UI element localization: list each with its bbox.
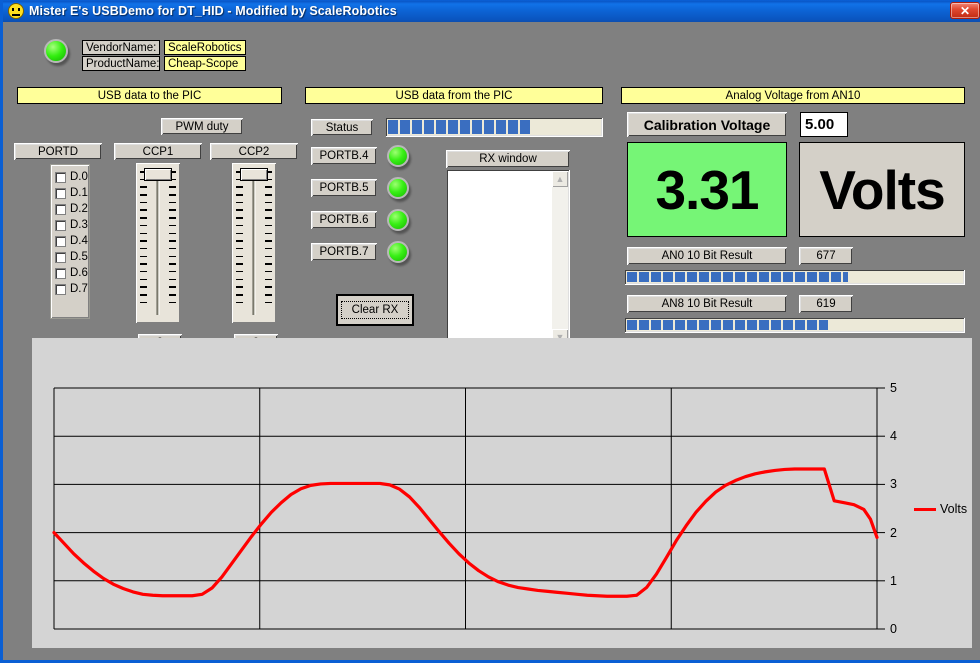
chart-y-tick-label: 3 <box>890 477 897 491</box>
portd-bit-row[interactable]: D.0 <box>51 169 89 185</box>
ccp2-slider[interactable] <box>232 163 276 323</box>
ccp2-label: CCP2 <box>210 143 298 160</box>
portd-bit-row[interactable]: D.3 <box>51 217 89 233</box>
rx-window-label: RX window <box>446 150 570 168</box>
an8-result-label: AN8 10 Bit Result <box>627 295 787 313</box>
ccp2-track <box>253 177 256 315</box>
voltage-unit-label: Volts <box>799 142 965 237</box>
chart-legend-label: Volts <box>940 502 967 516</box>
portd-bit-row[interactable]: D.1 <box>51 185 89 201</box>
portd-bit-row[interactable]: D.5 <box>51 249 89 265</box>
portb6-label: PORTB.6 <box>311 211 377 229</box>
vendor-name-label: VendorName: <box>82 40 160 55</box>
ccp1-ticks-left <box>140 171 147 317</box>
an0-result-label: AN0 10 Bit Result <box>627 247 787 265</box>
ccp1-label: CCP1 <box>114 143 202 160</box>
portd-bit-label: D.3 <box>70 219 88 231</box>
portd-bit-label: D.4 <box>70 235 88 247</box>
checkbox-d0[interactable] <box>55 172 66 183</box>
an8-result-value: 619 <box>799 295 853 313</box>
checkbox-d4[interactable] <box>55 236 66 247</box>
scroll-up-icon[interactable]: ▲ <box>552 171 568 187</box>
pwm-duty-label: PWM duty <box>161 118 243 135</box>
portb5-label: PORTB.5 <box>311 179 377 197</box>
portb7-label: PORTB.7 <box>311 243 377 261</box>
chart-legend-swatch <box>914 508 936 511</box>
chart-svg <box>32 338 972 648</box>
product-name-value: Cheap-Scope <box>164 56 246 71</box>
chart-y-tick-label: 5 <box>890 381 897 395</box>
portd-bit-label: D.1 <box>70 187 88 199</box>
ccp1-slider[interactable] <box>136 163 180 323</box>
portd-bit-row[interactable]: D.2 <box>51 201 89 217</box>
client-area: VendorName: ScaleRobotics ProductName: C… <box>6 22 980 660</box>
ccp1-thumb[interactable] <box>144 168 172 181</box>
connection-led <box>44 39 68 63</box>
analog-banner: Analog Voltage from AN10 <box>621 87 965 104</box>
checkbox-d7[interactable] <box>55 284 66 295</box>
an0-result-value: 677 <box>799 247 853 265</box>
ccp2-ticks-right <box>265 171 272 317</box>
an0-progress-bar <box>624 269 965 285</box>
portb7-led <box>387 241 409 263</box>
portd-bit-row[interactable]: D.4 <box>51 233 89 249</box>
vendor-name-value: ScaleRobotics <box>164 40 246 55</box>
ccp2-thumb[interactable] <box>240 168 268 181</box>
portd-checkbox-group: D.0 D.1 D.2 D.3 D.4 D.5 <box>50 164 90 319</box>
title-bar: Mister E's USBDemo for DT_HID - Modified… <box>3 0 980 22</box>
checkbox-d1[interactable] <box>55 188 66 199</box>
portb5-led <box>387 177 409 199</box>
portd-bit-label: D.6 <box>70 267 88 279</box>
portd-bit-label: D.2 <box>70 203 88 215</box>
clear-rx-label: Clear RX <box>341 301 410 319</box>
close-button[interactable]: ✕ <box>950 2 980 19</box>
ccp2-ticks-left <box>236 171 243 317</box>
portd-bit-label: D.5 <box>70 251 88 263</box>
status-label: Status <box>311 119 373 136</box>
portd-bit-label: D.7 <box>70 283 88 295</box>
voltage-readout: 3.31 <box>627 142 787 237</box>
to-pic-banner: USB data to the PIC <box>17 87 282 104</box>
smiley-face-icon <box>8 3 24 19</box>
product-name-label: ProductName: <box>82 56 160 71</box>
voltage-chart: 0 1 2 3 4 5 Volts <box>32 338 972 648</box>
chart-y-tick-label: 1 <box>890 574 897 588</box>
an8-progress-bar <box>624 317 965 333</box>
from-pic-banner: USB data from the PIC <box>305 87 603 104</box>
an8-progress-fill <box>627 320 828 330</box>
chart-y-tick-label: 0 <box>890 622 897 636</box>
portb6-led <box>387 209 409 231</box>
portd-bit-label: D.0 <box>70 171 88 183</box>
rx-scrollbar[interactable]: ▲ ▼ <box>552 171 568 345</box>
clear-rx-button[interactable]: Clear RX <box>336 294 414 326</box>
portd-bit-row[interactable]: D.6 <box>51 265 89 281</box>
calibration-voltage-input[interactable]: 5.00 <box>800 112 848 137</box>
chart-y-tick-label: 4 <box>890 429 897 443</box>
checkbox-d5[interactable] <box>55 252 66 263</box>
app-window: Mister E's USBDemo for DT_HID - Modified… <box>0 0 980 663</box>
portb4-led <box>387 145 409 167</box>
window-title: Mister E's USBDemo for DT_HID - Modified… <box>29 4 397 18</box>
portb4-label: PORTB.4 <box>311 147 377 165</box>
ccp1-ticks-right <box>169 171 176 317</box>
portd-bit-row[interactable]: D.7 <box>51 281 89 297</box>
an0-progress-fill <box>627 272 848 282</box>
rx-window-textarea[interactable]: ▲ ▼ <box>446 169 570 347</box>
ccp1-track <box>157 177 160 315</box>
status-progress-fill <box>388 120 532 134</box>
checkbox-d6[interactable] <box>55 268 66 279</box>
portd-label: PORTD <box>14 143 102 160</box>
calibration-voltage-label: Calibration Voltage <box>627 112 787 137</box>
checkbox-d3[interactable] <box>55 220 66 231</box>
status-progress-bar <box>385 117 603 137</box>
chart-y-tick-label: 2 <box>890 526 897 540</box>
checkbox-d2[interactable] <box>55 204 66 215</box>
